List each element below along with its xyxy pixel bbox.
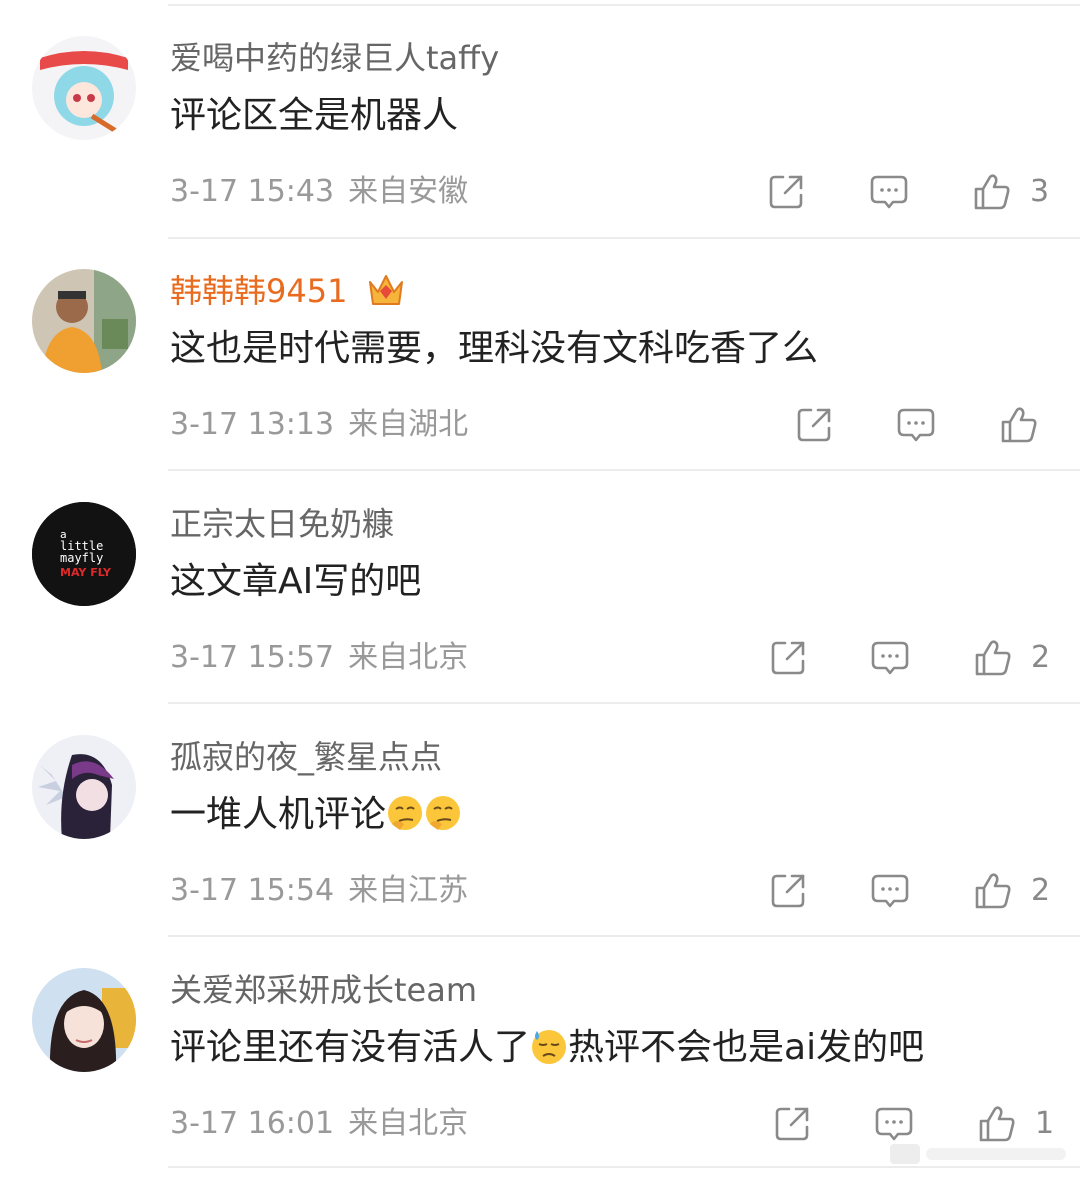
comment-icon[interactable] [874,1104,914,1144]
username[interactable]: 关爱郑采妍成长team [170,970,477,1010]
comment-meta: 3-17 15:57 来自北京 [170,638,482,678]
divider [168,237,1080,239]
share-icon[interactable] [768,638,808,678]
location: 来自湖北 [348,407,469,442]
divider [168,4,1080,6]
divider [168,935,1080,937]
like-icon[interactable] [972,172,1012,212]
comment-meta: 3-17 15:54 来自江苏 [170,871,482,911]
comment-icon[interactable] [870,638,910,678]
comment-text: 这文章AI写的吧 [170,561,422,602]
comment-icon[interactable] [869,172,909,212]
location: 来自安徽 [348,174,469,209]
thinking-face-icon [386,794,424,832]
username-text: 韩韩韩9451 [170,272,348,310]
comment-text: 评论区全是机器人 [170,95,459,136]
location: 来自北京 [348,640,469,675]
username[interactable]: 正宗太日免奶糠 [170,504,394,544]
comment-icon[interactable] [896,405,936,445]
timestamp: 3-17 15:43 [170,174,335,209]
comment-meta: 3-17 15:43 来自安徽 [170,172,482,212]
like-count: 1 [1035,1106,1055,1141]
like-count: 2 [1031,873,1051,908]
divider [168,702,1080,704]
timestamp: 3-17 15:57 [170,640,335,675]
avatar[interactable] [32,269,136,373]
avatar-text: MAY FLY [60,566,112,579]
share-icon[interactable] [772,1104,812,1144]
username[interactable]: 孤寂的夜_繁星点点 [170,737,442,777]
like-icon[interactable] [973,638,1013,678]
username[interactable]: 韩韩韩9451 [170,271,406,311]
comment-text-part: 评论里还有没有活人了 [170,1027,531,1068]
share-icon[interactable] [768,871,808,911]
like-icon[interactable] [999,405,1039,445]
location: 来自北京 [348,1106,469,1141]
timestamp: 3-17 13:13 [170,407,335,442]
avatar[interactable] [32,735,136,839]
avatar-text: mayfly [60,551,103,565]
like-icon[interactable] [973,871,1013,911]
avatar[interactable] [32,968,136,1072]
comment-meta: 3-17 16:01 来自北京 [170,1104,482,1144]
watermark-logo [890,1142,1070,1170]
comment-text: 这也是时代需要，理科没有文科吃香了么 [170,328,819,369]
comment-icon[interactable] [870,871,910,911]
comment-text-content: 一堆人机评论 [170,794,387,835]
timestamp: 3-17 16:01 [170,1106,335,1141]
comment-text: 评论里还有没有活人了 热评不会也是ai发的吧 [170,1024,924,1072]
divider [168,469,1080,471]
like-count: 2 [1031,640,1051,675]
username[interactable]: 爱喝中药的绿巨人taffy [170,38,499,78]
share-icon[interactable] [794,405,834,445]
comment-meta: 3-17 13:13 来自湖北 [170,405,482,445]
like-count: 3 [1030,174,1050,209]
avatar[interactable] [32,36,136,140]
share-icon[interactable] [766,172,806,212]
thinking-face-icon [424,794,462,832]
comment-text-part: 热评不会也是ai发的吧 [568,1027,925,1068]
vip-crown-icon [366,272,406,308]
avatar[interactable]: a little mayfly MAY FLY [32,502,136,606]
downcast-sweat-face-icon [530,1027,568,1065]
comment-text: 一堆人机评论 [170,791,462,839]
like-icon[interactable] [977,1104,1017,1144]
location: 来自江苏 [348,873,469,908]
timestamp: 3-17 15:54 [170,873,335,908]
